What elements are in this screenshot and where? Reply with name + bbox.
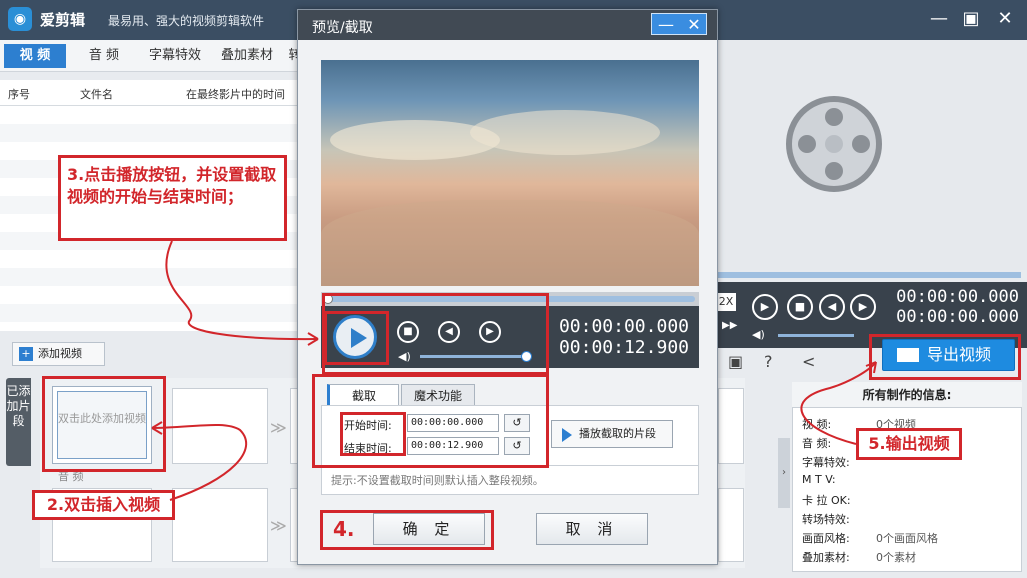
- audio-clip-slot[interactable]: [718, 488, 744, 562]
- collapse-panel-toggle[interactable]: ›: [778, 438, 790, 508]
- info-row-subtitles: 字幕特效:: [802, 456, 850, 469]
- tab-subtitle-effects[interactable]: 字幕特效: [142, 44, 208, 68]
- toolbar-icons: ▣ ? <: [722, 352, 832, 374]
- annotation-box-clip-slot: [42, 376, 166, 472]
- minimize-icon[interactable]: —: [928, 8, 950, 30]
- main-prev-frame-icon[interactable]: ◀: [819, 294, 845, 320]
- time-total: 00:00:12.900: [558, 337, 689, 358]
- annotation-box-time-labels: [340, 412, 406, 456]
- info-row-overlays: 叠加素材: 0个素材: [802, 551, 916, 564]
- dialog-window-buttons: — ✕: [651, 13, 707, 35]
- video-cloud: [470, 110, 660, 155]
- annotation-step2: 2.双击插入视频: [32, 490, 175, 520]
- tab-audio[interactable]: 音 频: [72, 44, 136, 68]
- info-row-transitions: 转场特效:: [802, 513, 850, 526]
- share-icon[interactable]: <: [802, 352, 815, 371]
- main-time-current: 00:00:00.000: [896, 287, 1019, 307]
- help-icon[interactable]: ?: [764, 352, 773, 371]
- close-icon[interactable]: ✕: [994, 8, 1016, 30]
- main-seek-bar[interactable]: [718, 272, 1021, 278]
- annotation-step3: 3.点击播放按钮，并设置截取视频的开始与结束时间；: [58, 155, 287, 241]
- save-icon[interactable]: ▣: [728, 352, 743, 371]
- info-row-styles: 画面风格: 0个画面风格: [802, 532, 938, 545]
- app-name: 爱剪辑: [40, 11, 86, 29]
- main-stop-icon[interactable]: ■: [787, 294, 813, 320]
- transition-arrow-icon: ≫: [270, 418, 287, 437]
- audio-clip-slot[interactable]: [172, 488, 268, 562]
- add-video-label: 添加视频: [38, 347, 82, 360]
- play-clip-icon: [562, 428, 572, 442]
- app-logo-icon: ◉: [8, 7, 32, 31]
- main-play-icon[interactable]: ▶: [752, 294, 778, 320]
- play-clip-label: 播放截取的片段: [579, 427, 656, 440]
- file-list-header: 序号 文件名 在最终影片中的时间: [0, 80, 305, 106]
- list-stripe: [0, 268, 305, 286]
- add-video-button[interactable]: + 添加视频: [12, 342, 105, 366]
- dialog-time-display: 00:00:00.000 00:00:12.900: [556, 316, 689, 360]
- dialog-title: 预览/截取: [312, 20, 373, 36]
- play-clip-button[interactable]: 播放截取的片段: [551, 420, 673, 448]
- col-index: 序号: [8, 88, 30, 101]
- info-row-audio: 音 频:: [802, 437, 832, 450]
- annotation-step4: 4.: [320, 510, 494, 550]
- tab-video[interactable]: 视 频: [4, 44, 66, 68]
- col-time: 在最终影片中的时间: [186, 88, 285, 101]
- transition-arrow-icon: ≫: [270, 516, 287, 535]
- tab-overlay-material[interactable]: 叠加素材: [214, 44, 280, 68]
- main-time-display: 00:00:00.000 00:00:00.000: [884, 287, 1019, 333]
- speed-button[interactable]: 2X: [716, 293, 736, 311]
- annotation-box-play: [324, 311, 389, 365]
- main-volume-icon[interactable]: ◀): [752, 328, 765, 341]
- annotation-box-export: [869, 334, 1021, 380]
- main-time-total: 00:00:00.000: [896, 307, 1019, 327]
- clip-slot[interactable]: [172, 388, 268, 464]
- cancel-button[interactable]: 取 消: [536, 513, 648, 545]
- maximize-icon[interactable]: ▣: [960, 8, 982, 30]
- list-stripe: [0, 124, 305, 142]
- dialog-close-icon[interactable]: ✕: [680, 14, 708, 36]
- info-row-video: 视 频: 0个视频: [802, 418, 916, 431]
- film-reel-icon: [786, 96, 882, 192]
- list-stripe: [0, 304, 305, 322]
- dialog-minimize-icon[interactable]: —: [652, 14, 680, 36]
- info-row-karaoke: 卡 拉 OK:: [802, 494, 851, 507]
- app-slogan: 最易用、强大的视频剪辑软件: [108, 14, 265, 28]
- time-current: 00:00:00.000: [558, 316, 689, 337]
- clip-slot[interactable]: [718, 388, 744, 464]
- annotation-step5: 5.输出视频: [856, 428, 962, 460]
- main-volume-slider[interactable]: [778, 334, 854, 337]
- add-icon: +: [19, 347, 33, 361]
- video-cloud: [321, 200, 699, 286]
- col-filename: 文件名: [80, 88, 113, 101]
- trim-hint: 提示:不设置截取时间则默认插入整段视频。: [331, 474, 544, 487]
- info-row-mtv: M T V:: [802, 473, 836, 486]
- added-clips-side-tab[interactable]: 已添加片段: [6, 378, 31, 466]
- main-next-frame-icon[interactable]: ▶: [850, 294, 876, 320]
- fast-forward-icon[interactable]: ▶▶: [722, 320, 737, 331]
- project-info-title: 所有制作的信息:: [792, 382, 1022, 408]
